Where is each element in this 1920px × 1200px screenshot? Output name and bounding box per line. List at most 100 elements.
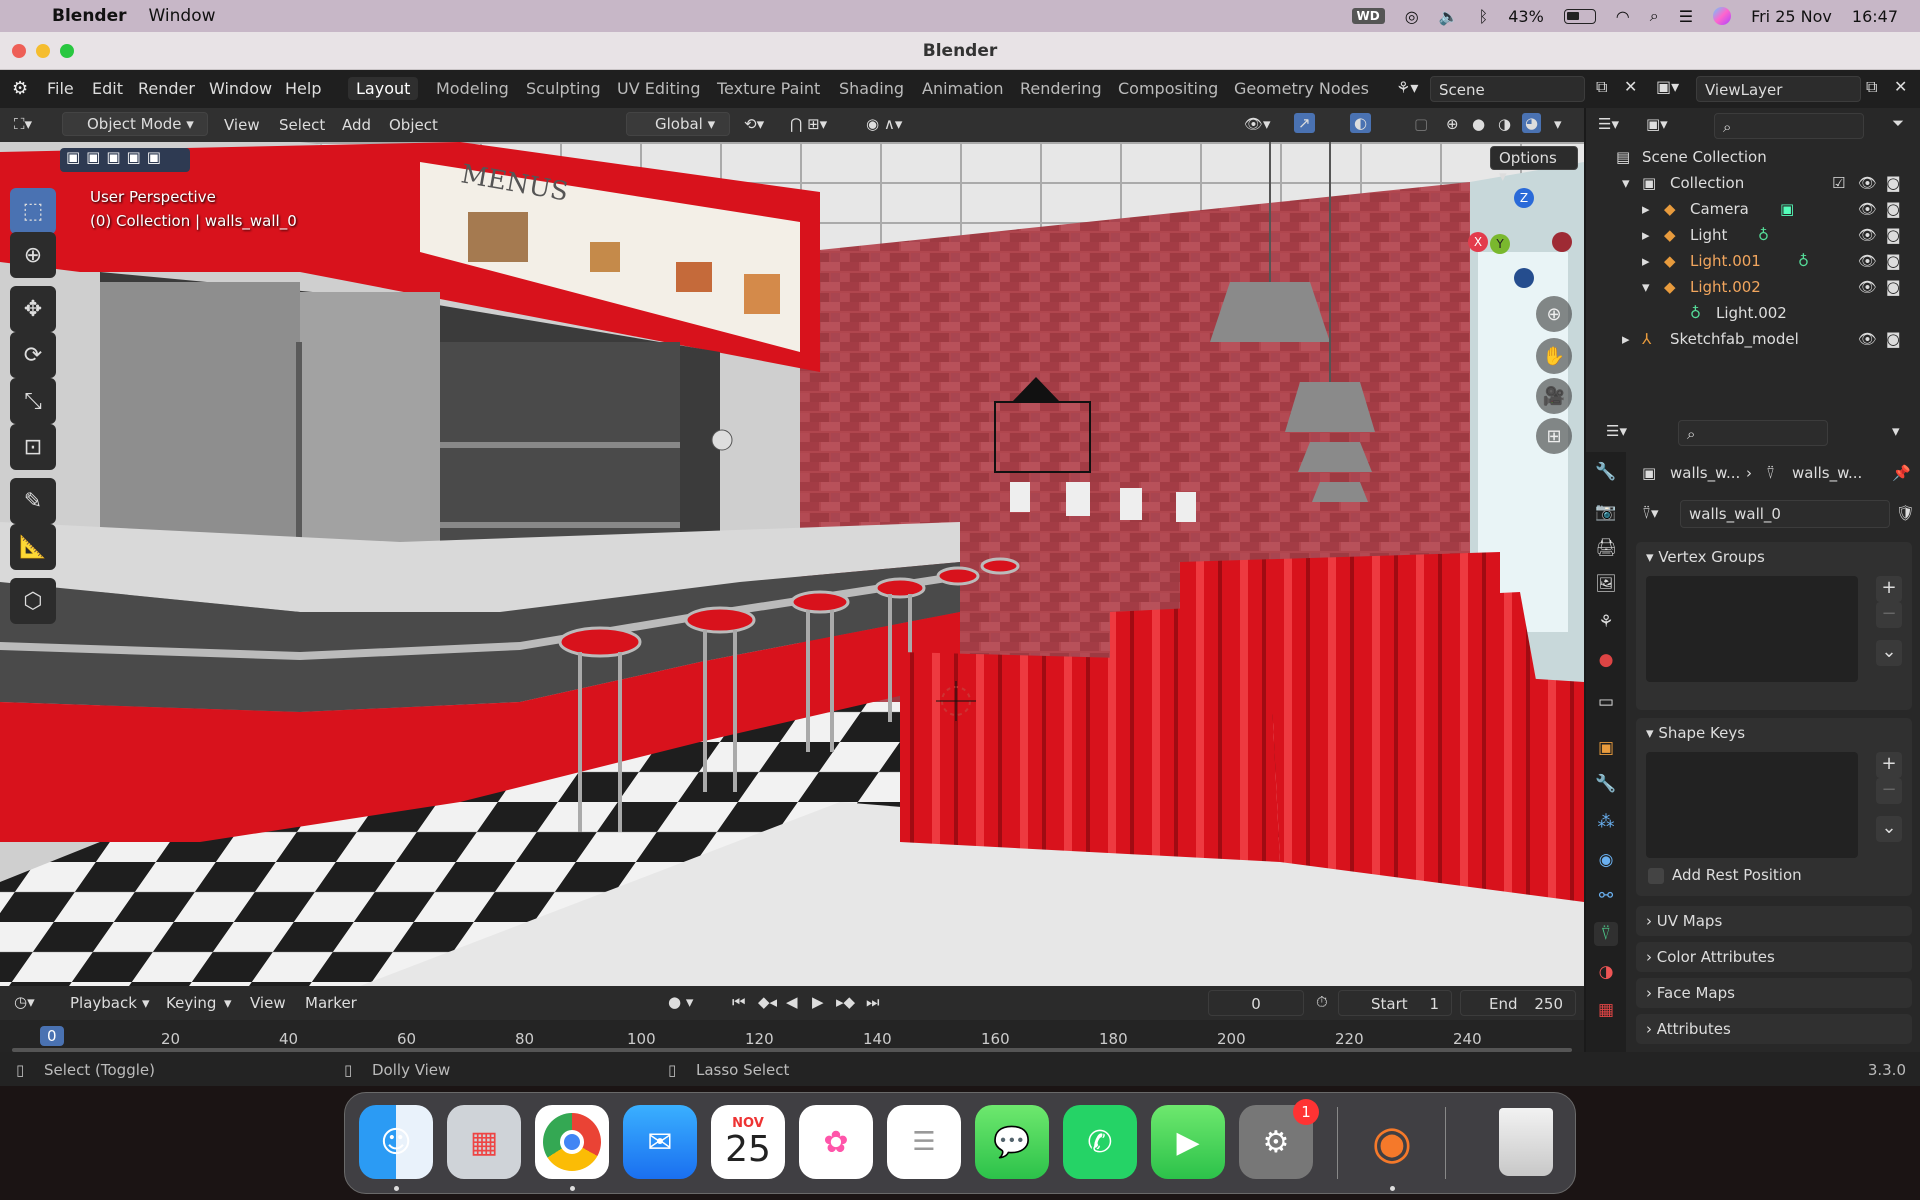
add-rest-position-checkbox[interactable] — [1648, 868, 1664, 884]
attributes-panel[interactable]: › Attributes — [1636, 1014, 1912, 1044]
face-maps-header[interactable]: › Face Maps — [1646, 984, 1735, 1002]
viewlayer-field[interactable]: ViewLayer — [1696, 76, 1861, 102]
start-frame-field[interactable]: Start 1 — [1338, 990, 1452, 1016]
shading-options-icon[interactable]: ▾ — [1554, 115, 1562, 133]
pin-icon[interactable]: 📌 — [1892, 464, 1911, 482]
view-menu[interactable]: View — [224, 116, 260, 134]
eye-icon[interactable]: 👁 — [1858, 252, 1877, 270]
outliner-row-light[interactable]: ▸ ◆ Light ♁ 👁 ◙ — [1586, 222, 1920, 248]
world-tab-icon[interactable]: ● — [1594, 648, 1618, 672]
select-menu[interactable]: Select — [279, 116, 325, 134]
render-tab-icon[interactable]: 📷 — [1594, 500, 1618, 524]
navigation-gizmo[interactable]: Z X Y — [1466, 188, 1576, 288]
object-tab-icon[interactable]: ▣ — [1594, 736, 1618, 760]
outliner-row-light-002[interactable]: ▾ ◆ Light.002 👁 ◙ — [1586, 274, 1920, 300]
object-menu[interactable]: Object — [389, 116, 438, 134]
vertex-groups-list[interactable] — [1646, 576, 1858, 682]
window-menu[interactable]: Window — [149, 6, 216, 26]
uv-maps-panel[interactable]: › UV Maps — [1636, 906, 1912, 936]
selection-mode-buttons[interactable]: ▣▣▣▣▣ — [60, 148, 190, 172]
render-camera-icon[interactable]: ◙ — [1886, 252, 1901, 270]
orientation-dropdown[interactable]: Global ▾ — [626, 112, 730, 136]
tab-sculpting[interactable]: Sculpting — [526, 79, 601, 98]
menu-file[interactable]: File — [47, 79, 74, 98]
mesh-browse-icon[interactable]: ⍢▾ — [1642, 504, 1659, 522]
control-center-icon[interactable]: ☰ — [1679, 7, 1693, 26]
tab-rendering[interactable]: Rendering — [1020, 79, 1102, 98]
outliner-editor-icon[interactable]: ☰▾ — [1598, 115, 1619, 133]
shape-key-menu-button[interactable]: ⌄ — [1876, 816, 1902, 842]
snap-icon[interactable]: ⋂ ⊞▾ — [790, 115, 827, 133]
launchpad-icon[interactable]: ▦ — [447, 1105, 521, 1179]
pan-hand-icon[interactable]: ✋ — [1536, 338, 1572, 374]
blender-icon[interactable]: ◉ — [1355, 1105, 1429, 1179]
jump-start-icon[interactable]: ⏮ — [732, 993, 746, 1011]
trash-icon[interactable] — [1489, 1105, 1563, 1179]
texture-tab-icon[interactable]: ▦ — [1594, 998, 1618, 1022]
shape-keys-list[interactable] — [1646, 752, 1858, 858]
outliner-search-input[interactable]: ⌕ — [1714, 113, 1864, 139]
gizmo-neg-x-axis[interactable] — [1552, 232, 1572, 252]
wd-icon[interactable]: WD — [1351, 8, 1385, 24]
tab-animation[interactable]: Animation — [922, 79, 1004, 98]
outliner-row-collection[interactable]: ▾ ▣ Collection ☑ 👁 ◙ — [1586, 170, 1920, 196]
volume-icon[interactable]: 🔈 — [1439, 7, 1459, 26]
modifier-tab-icon[interactable]: 🔧 — [1594, 772, 1618, 796]
annotate-tool-icon[interactable]: ✎ — [10, 478, 56, 524]
menu-help[interactable]: Help — [285, 79, 321, 98]
expand-arrow-icon[interactable]: ▸ — [1642, 226, 1650, 244]
play-reverse-icon[interactable]: ◀ — [786, 993, 798, 1011]
fake-user-shield-icon[interactable]: 🛡 — [1896, 504, 1915, 522]
uv-maps-header[interactable]: › UV Maps — [1646, 912, 1722, 930]
gizmo-x-axis[interactable]: X — [1468, 232, 1488, 252]
particles-tab-icon[interactable]: ⁂ — [1594, 810, 1618, 834]
remove-vertex-group-button[interactable]: − — [1876, 602, 1902, 628]
face-maps-panel[interactable]: › Face Maps — [1636, 978, 1912, 1008]
xray-icon[interactable]: ▢ — [1414, 115, 1428, 133]
mesh-name-field[interactable]: walls_wall_0 — [1680, 500, 1890, 528]
properties-options-icon[interactable]: ▾ — [1892, 422, 1900, 440]
new-viewlayer-icon[interactable]: ⧉ — [1866, 77, 1877, 97]
bluetooth-icon[interactable]: ᛒ — [1479, 7, 1489, 26]
tab-geometry-nodes[interactable]: Geometry Nodes — [1234, 79, 1369, 98]
menu-edit[interactable]: Edit — [92, 79, 123, 98]
play-icon[interactable]: ▶ — [812, 993, 824, 1011]
gizmo-neg-z-axis[interactable] — [1514, 268, 1534, 288]
expand-arrow-icon[interactable]: ▸ — [1642, 252, 1650, 270]
battery-icon[interactable] — [1563, 8, 1596, 24]
shape-keys-header[interactable]: ▾ Shape Keys — [1646, 724, 1745, 742]
gizmo-toggle-icon[interactable]: ↗ — [1294, 113, 1315, 133]
proportional-edit-icon[interactable]: ◉ ∧▾ — [866, 115, 902, 133]
3d-viewport[interactable]: MENUS Z X Y ⊕ ✋ 🎥 ⊞ User Perspective (0)… — [0, 142, 1584, 986]
wifi-icon[interactable]: ◠ — [1616, 7, 1630, 26]
timeline-editor-icon[interactable]: ◷▾ — [14, 993, 35, 1011]
tab-texture-paint[interactable]: Texture Paint — [717, 79, 820, 98]
new-scene-icon[interactable]: ⧉ — [1596, 77, 1607, 97]
view-layer-tab-icon[interactable]: 🖼 — [1594, 572, 1618, 596]
prev-keyframe-icon[interactable]: ◆◂ — [758, 993, 777, 1011]
tab-modeling[interactable]: Modeling — [436, 79, 509, 98]
zoom-icon[interactable]: ⊕ — [1536, 296, 1572, 332]
menu-window[interactable]: Window — [209, 79, 272, 98]
eye-icon[interactable]: 👁 — [1858, 174, 1877, 192]
creative-cloud-icon[interactable]: ◎ — [1405, 7, 1419, 26]
camera-view-icon[interactable]: 🎥 — [1536, 378, 1572, 414]
record-icon[interactable]: ● ▾ — [668, 993, 693, 1011]
marker-menu[interactable]: Marker — [305, 994, 357, 1012]
render-camera-icon[interactable]: ◙ — [1886, 278, 1901, 296]
viewlayer-icon[interactable]: ▣▾ — [1656, 77, 1679, 96]
shading-material-icon[interactable]: ◑ — [1498, 115, 1511, 133]
timeline-view-menu[interactable]: View — [250, 994, 286, 1012]
expand-arrow-icon[interactable]: ▸ — [1642, 200, 1650, 218]
expand-arrow-icon[interactable]: ▾ — [1622, 174, 1630, 192]
render-camera-icon[interactable]: ◙ — [1886, 174, 1901, 192]
tool-tab-icon[interactable]: 🔧 — [1594, 460, 1618, 484]
checkbox-icon[interactable]: ☑ — [1832, 174, 1845, 192]
delete-viewlayer-icon[interactable]: ✕ — [1894, 77, 1907, 96]
system-preferences-icon[interactable]: ⚙ 1 — [1239, 1099, 1319, 1179]
attributes-header[interactable]: › Attributes — [1646, 1020, 1731, 1038]
light-data-icon[interactable]: ♁ — [1758, 226, 1769, 244]
jump-end-icon[interactable]: ⏭ — [866, 993, 880, 1011]
end-frame-field[interactable]: End 250 — [1460, 990, 1576, 1016]
breadcrumb-mesh[interactable]: walls_w... — [1792, 464, 1862, 482]
